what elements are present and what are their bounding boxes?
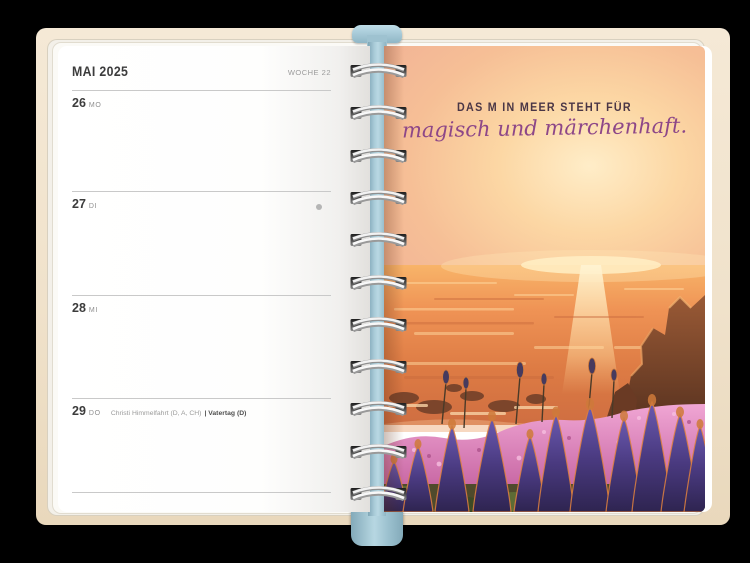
spine-elastic-top-tab [352,25,402,43]
quote-caps-line: DAS M IN MEER STEHT FÜR [395,102,694,114]
holiday-note-bold: | Vatertag (D) [204,410,246,417]
quote-block: DAS M IN MEER STEHT FÜR magisch und märc… [384,102,705,140]
day-row-thursday: 29 DO Christi Himmelfahrt (D, A, CH) | V… [72,398,331,493]
grid-bottom-line [72,492,331,493]
day-number: 29 [72,404,86,418]
moon-phase-dot [316,204,322,210]
day-row-tuesday: 27 DI [72,191,331,296]
day-row-wednesday: 28 MI [72,295,331,399]
week-number-label: WOCHE 22 [288,68,331,77]
day-abbreviation: DO [89,410,101,417]
day-number: 28 [72,301,86,315]
holiday-note: Christi Himmelfahrt (D, A, CH) [111,410,202,417]
month-title: MAI 2025 [72,63,128,79]
day-number: 27 [72,197,86,211]
calendar-week-page: MAI 2025 WOCHE 22 26 MO 27 DI [58,46,370,512]
day-number: 26 [72,96,86,110]
quote-script-line: magisch und märchenhaft. [384,113,705,143]
day-abbreviation: MI [89,307,98,314]
day-abbreviation: MO [89,102,102,109]
day-abbreviation: DI [89,203,97,210]
day-row-monday: 26 MO [72,90,331,192]
photo-quote-page: DAS M IN MEER STEHT FÜR magisch und märc… [384,46,712,512]
open-spread: MAI 2025 WOCHE 22 26 MO 27 DI [58,46,712,512]
sunset-coast-photo: DAS M IN MEER STEHT FÜR magisch und märc… [384,46,705,512]
